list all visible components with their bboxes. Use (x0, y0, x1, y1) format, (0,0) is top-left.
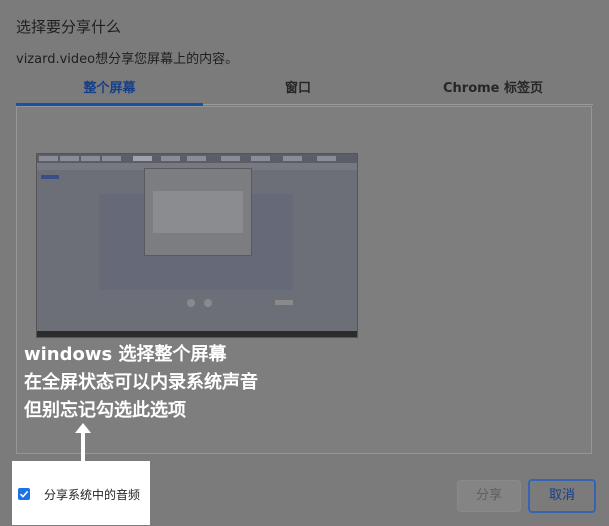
thumbnail-control (187, 299, 195, 307)
thumbnail-control (204, 299, 212, 307)
thumbnail-tab (81, 156, 100, 161)
thumbnail-logo (41, 175, 59, 179)
thumbnail-tab (317, 156, 336, 161)
annotation-line-2: 在全屏状态可以内录系统声音 (24, 372, 258, 393)
thumbnail-tab (221, 156, 240, 161)
tab-entire-screen[interactable]: 整个屏幕 (16, 78, 203, 104)
screen-thumbnail[interactable] (36, 153, 358, 338)
thumbnail-tab (251, 156, 270, 161)
share-button[interactable]: 分享 (457, 480, 521, 512)
thumbnail-tab (39, 156, 58, 161)
dialog-subtitle: vizard.video想分享您屏幕上的内容。 (16, 52, 239, 67)
thumbnail-control (275, 300, 293, 305)
cancel-button[interactable]: 取消 (528, 479, 596, 513)
thumbnail-tab (133, 156, 152, 161)
thumbnail-tab (187, 156, 206, 161)
thumbnail-tab (283, 156, 302, 161)
thumbnail-browser-tabs (37, 154, 357, 163)
tab-bar: 整个屏幕 窗口 Chrome 标签页 (16, 78, 593, 106)
tab-chrome-tab[interactable]: Chrome 标签页 (393, 78, 593, 104)
thumbnail-taskbar (37, 331, 357, 337)
dialog-title: 选择要分享什么 (16, 18, 122, 36)
share-audio-option[interactable]: 分享系统中的音频 (12, 461, 150, 525)
thumbnail-tab (161, 156, 180, 161)
thumbnail-tab (60, 156, 79, 161)
arrow-up-icon (75, 423, 91, 461)
share-dialog: 选择要分享什么 vizard.video想分享您屏幕上的内容。 整个屏幕 窗口 … (0, 0, 609, 526)
checkbox-checked-icon[interactable] (18, 488, 30, 500)
thumbnail-share-popup (144, 168, 252, 256)
tab-window[interactable]: 窗口 (203, 78, 393, 104)
annotation-line-3: 但别忘记勾选此选项 (24, 400, 186, 421)
annotation-line-1: windows 选择整个屏幕 (24, 344, 227, 365)
thumbnail-tab (102, 156, 121, 161)
thumbnail-popup-preview (153, 191, 243, 233)
share-audio-label: 分享系统中的音频 (44, 488, 141, 502)
